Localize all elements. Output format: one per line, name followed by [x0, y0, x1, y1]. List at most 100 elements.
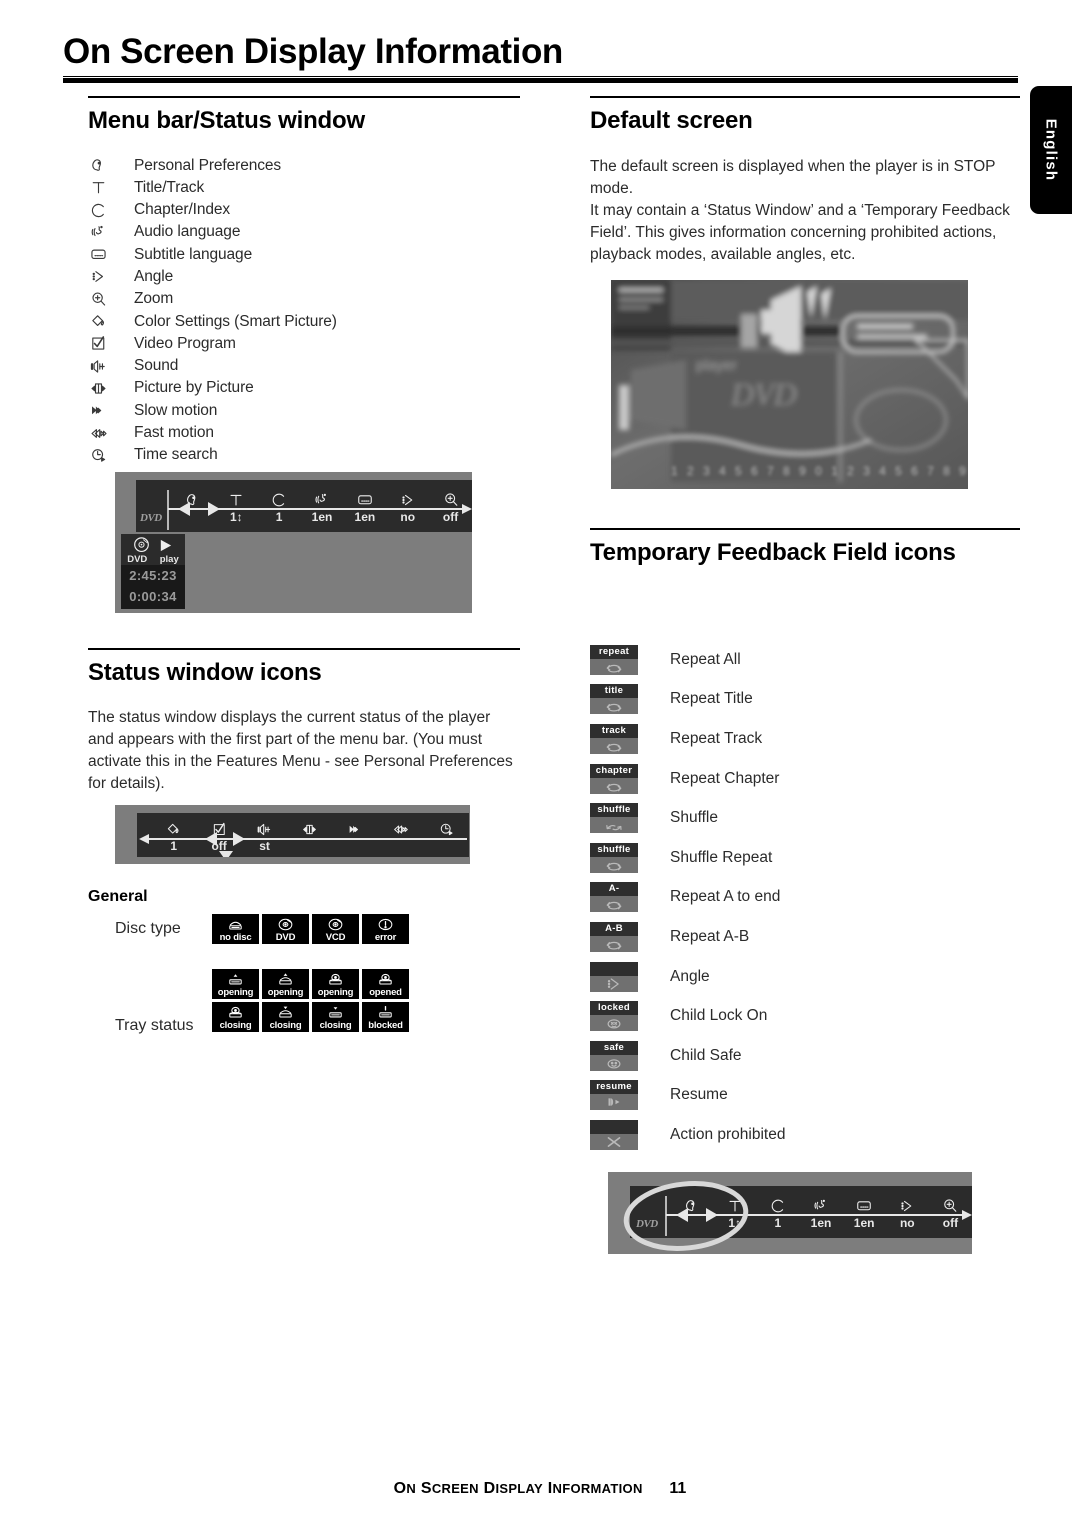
menu-bar-legend-label: Slow motion — [134, 401, 218, 419]
tff-section: Temporary Feedback Field icons — [590, 528, 1020, 566]
default-screen-paragraph-1: The default screen is displayed when the… — [590, 158, 996, 198]
disc-status-caption: closing — [219, 1020, 252, 1031]
color-settings-icon — [88, 311, 134, 332]
disc-status-icon: closing — [212, 1002, 259, 1032]
zoom-icon — [88, 289, 134, 310]
loop-icon — [590, 778, 638, 794]
disc-status-icon: opening — [212, 969, 259, 999]
disc-status-icon: opening — [312, 969, 359, 999]
tff-row: shuffle Shuffle Repeat — [590, 838, 1020, 878]
footer-title: ON SCREEN DISPLAY INFORMATION — [393, 1480, 643, 1497]
footer-page-number: 11 — [669, 1480, 687, 1497]
menu-bar-legend-row: Chapter/Index — [88, 199, 520, 221]
menu-bar-strip-bottom: 1↕ 1 1en 1en no off DVD — [630, 1186, 972, 1238]
menu-bar-legend-row: Fast motion — [88, 422, 520, 444]
picture-by-picture-icon — [88, 378, 134, 399]
tff-row: repeat Repeat All — [590, 640, 1020, 680]
tray-status-label: Tray status — [115, 1017, 194, 1034]
menu-bar-legend-label: Video Program — [134, 334, 236, 352]
smiley-face-icon — [590, 1055, 638, 1071]
menu-bar-legend-label: Picture by Picture — [134, 379, 254, 397]
menu-bar-legend-row: Picture by Picture — [88, 377, 520, 399]
language-tab-label: English — [1042, 118, 1060, 182]
tray-closed-down-icon — [312, 1003, 359, 1021]
status-pointer-line — [139, 832, 467, 857]
menu-bar-legend-row: Video Program — [88, 333, 520, 355]
right-column: Default screen The default screen is dis… — [590, 96, 1020, 266]
svg-text:DVD: DVD — [730, 376, 797, 412]
disc-status-caption: VCD — [325, 932, 346, 943]
tray-disc-icon — [362, 970, 409, 988]
disc-icon — [312, 915, 359, 933]
disc-status-caption: closing — [319, 1020, 352, 1031]
tff-row: locked Child Lock On — [590, 996, 1020, 1036]
tff-row: track Repeat Track — [590, 719, 1020, 759]
disc-status-icon: VCD — [312, 914, 359, 944]
loop-icon — [590, 698, 638, 714]
tray-closed-up-icon — [212, 970, 259, 988]
tff-badge-icon: repeat — [590, 644, 638, 675]
disc-status-caption: closing — [269, 1020, 302, 1031]
menu-bar-legend-row: Sound — [88, 355, 520, 377]
general-heading: General — [88, 888, 148, 905]
section-heading-tff: Temporary Feedback Field icons — [590, 528, 1020, 566]
disc-status-caption: opening — [217, 987, 254, 998]
tray-disc-icon — [212, 1003, 259, 1021]
tff-row: resume Resume — [590, 1076, 1020, 1116]
menu-bar-legend-row: Color Settings (Smart Picture) — [88, 310, 520, 332]
tff-label: Resume — [670, 1086, 728, 1104]
tff-label: Repeat A-B — [670, 927, 750, 945]
tff-label: Repeat Chapter — [670, 769, 780, 787]
tff-row: title Repeat Title — [590, 680, 1020, 720]
menu-bar-legend-row: Slow motion — [88, 400, 520, 422]
lock-face-icon — [590, 1015, 638, 1031]
menu-bar-section: Menu bar/Status window — [88, 96, 520, 134]
menu-bar-pointer-line-bottom — [665, 1196, 972, 1236]
disc-status-caption: blocked — [368, 1020, 403, 1031]
menu-bar-figure: 1↕ 1 1en 1en no off DVD DVD play 2:45:23… — [115, 472, 472, 613]
menu-bar-legend-label: Subtitle language — [134, 245, 253, 263]
disc-status-icon: blocked — [362, 1002, 409, 1032]
tff-label: Shuffle Repeat — [670, 848, 773, 866]
title-rule-thin — [63, 76, 1018, 77]
disc-status-icon: closing — [312, 1002, 359, 1032]
svg-text:1 2 3 4 5 6 7 8 9 0 1 2 3 4 5: 1 2 3 4 5 6 7 8 9 0 1 2 3 4 5 6 7 8 9 1 … — [671, 464, 968, 478]
angle-icon — [590, 976, 638, 992]
tff-badge-icon: resume — [590, 1080, 638, 1111]
disc-status-caption: opening — [317, 987, 354, 998]
slow-motion-icon — [88, 400, 134, 421]
tff-row: A-B Repeat A-B — [590, 917, 1020, 957]
default-screen-paragraph-2: It may contain a ‘Status Window’ and a ‘… — [590, 202, 1010, 264]
page-footer: ON SCREEN DISPLAY INFORMATION 11 — [0, 1480, 1080, 1498]
disc-status-icon: opened — [362, 969, 409, 999]
tff-label: Action prohibited — [670, 1125, 786, 1143]
exclamation-icon — [362, 915, 409, 933]
tff-label: Repeat Track — [670, 729, 763, 747]
menu-bar-legend-label: Time search — [134, 446, 218, 464]
shuffle-icon — [590, 817, 638, 833]
menu-bar-legend-label: Personal Preferences — [134, 156, 282, 174]
tray-open-up-icon — [262, 970, 309, 988]
status-window-elapsed-time: 0:00:34 — [129, 589, 177, 604]
tff-label: Repeat A to end — [670, 888, 781, 906]
menu-bar-legend-row: Title/Track — [88, 177, 520, 199]
disc-icon — [262, 915, 309, 933]
status-window-icons-section: Status window icons The status window di… — [88, 648, 520, 795]
menu-bar-figure-highlight: 1↕ 1 1en 1en no off DVD — [608, 1172, 972, 1254]
tff-label: Shuffle — [670, 809, 718, 827]
disc-status-icon: closing — [262, 1002, 309, 1032]
menu-bar-legend-label: Color Settings (Smart Picture) — [134, 312, 337, 330]
tray-status-icon-group: opening opening opening opened closing closin… — [212, 969, 422, 1032]
angle-icon — [88, 266, 134, 287]
page-title: On Screen Display Information — [63, 32, 563, 71]
tff-badge-icon: shuffle — [590, 803, 638, 834]
document-page: On Screen Display Information English Me… — [0, 0, 1080, 1528]
loop-icon — [590, 738, 638, 754]
menu-bar-legend-row: Subtitle language — [88, 244, 520, 266]
tff-badge-icon: title — [590, 684, 638, 715]
menu-bar-legend-label: Chapter/Index — [134, 201, 231, 219]
status-window-total-time: 2:45:23 — [129, 568, 177, 583]
tray-open-down-icon — [262, 1003, 309, 1021]
menu-bar-legend-row: Time search — [88, 444, 520, 466]
tff-badge-icon: shuffle — [590, 842, 638, 873]
